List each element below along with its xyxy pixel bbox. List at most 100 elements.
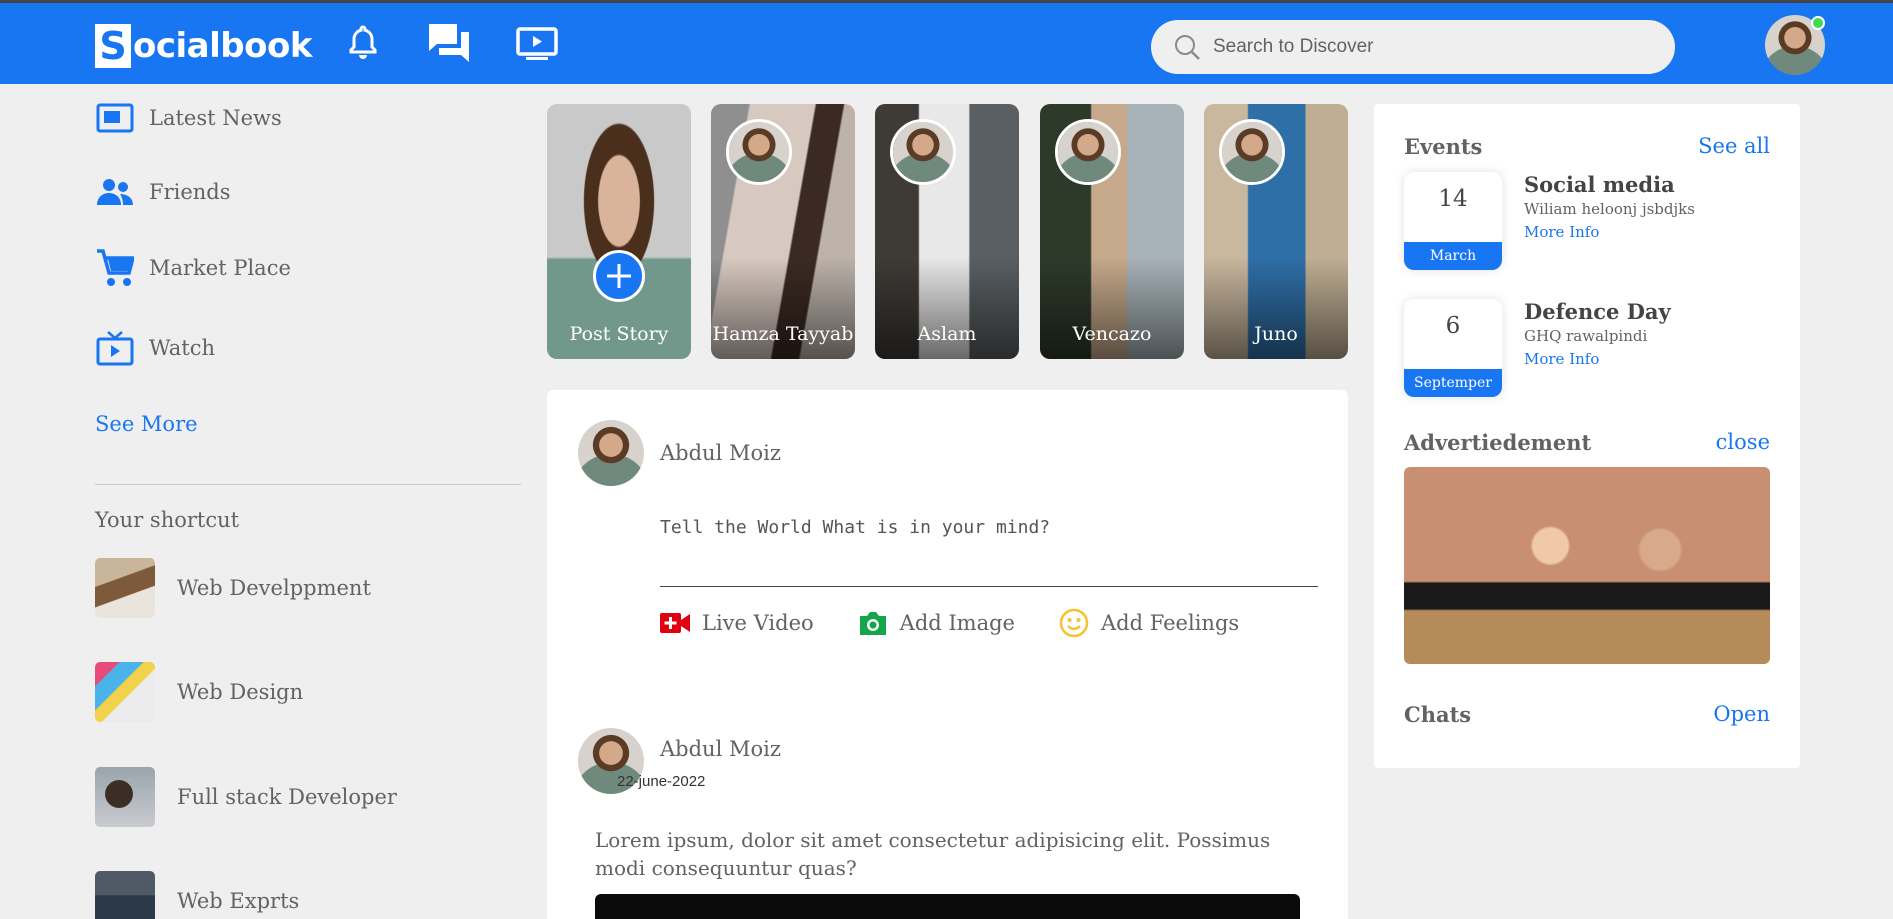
shortcut-thumbnail xyxy=(95,871,155,919)
profile-avatar[interactable] xyxy=(1765,15,1825,75)
search-icon xyxy=(1175,35,1200,60)
shortcut-item[interactable]: Web Exprts xyxy=(95,871,299,919)
story-card[interactable]: Aslam xyxy=(875,104,1019,359)
shortcut-label: Web Design xyxy=(177,680,304,704)
event-day: 14 xyxy=(1438,186,1468,212)
event-date: 14 March xyxy=(1404,172,1502,270)
composer-author[interactable]: Abdul Moiz xyxy=(578,420,781,486)
post-image[interactable] xyxy=(595,894,1300,919)
shortcut-title: Your shortcut xyxy=(95,508,240,532)
right-sidebar: Events See all 14 March Social media Wil… xyxy=(1374,104,1800,768)
more-info-link[interactable]: More Info xyxy=(1524,220,1695,244)
post-text: Lorem ipsum, dolor sit amet consectetur … xyxy=(595,828,1271,880)
sidebar-item-label: Friends xyxy=(149,180,231,204)
action-label: Add Feelings xyxy=(1100,611,1240,635)
sidebar-item-label: Latest News xyxy=(149,106,282,130)
shortcut-label: Full stack Developer xyxy=(177,785,397,809)
story-label: Post Story xyxy=(569,323,669,345)
shortcut-label: Web Develppment xyxy=(177,576,371,600)
avatar xyxy=(729,122,789,182)
story-label: Aslam xyxy=(917,323,977,345)
advertisement-image[interactable] xyxy=(1404,467,1770,664)
avatar xyxy=(1222,122,1282,182)
event-month: Septemper xyxy=(1404,369,1502,397)
avatar xyxy=(578,420,644,486)
bell-icon[interactable] xyxy=(348,23,378,65)
sidebar-item-friends[interactable]: Friends xyxy=(95,172,231,212)
friends-icon xyxy=(95,172,135,212)
event-date: 6 Septemper xyxy=(1404,299,1502,397)
post-date: 22-june-2022 xyxy=(617,773,706,790)
action-label: Add Image xyxy=(899,611,1015,635)
author-name: Abdul Moiz xyxy=(660,441,781,465)
add-story-button[interactable] xyxy=(593,250,645,302)
add-image-button[interactable]: Add Image xyxy=(858,610,1015,636)
news-icon xyxy=(95,98,135,138)
event-subtitle: Wiliam heloonj jsbdjks xyxy=(1524,200,1695,218)
post-input[interactable]: Tell the World What is in your mind? xyxy=(660,517,1318,587)
event-subtitle: GHQ rawalpindi xyxy=(1524,327,1648,345)
shortcut-item[interactable]: Web Design xyxy=(95,662,303,722)
sidebar-item-label: Watch xyxy=(149,336,216,360)
live-video-button[interactable]: Live Video xyxy=(660,611,814,635)
story-avatar xyxy=(1219,119,1285,185)
chats-open-link[interactable]: Open xyxy=(1713,702,1770,727)
chats-header: Chats Open xyxy=(1404,702,1770,727)
ad-title: Advertiedement xyxy=(1404,430,1592,455)
logo-mark: S xyxy=(95,24,131,68)
chats-title: Chats xyxy=(1404,702,1472,727)
search-bar[interactable] xyxy=(1151,20,1675,74)
ad-close-link[interactable]: close xyxy=(1716,430,1770,455)
story-avatar xyxy=(1055,119,1121,185)
events-header: Events See all xyxy=(1404,134,1770,159)
see-more-link[interactable]: See More xyxy=(95,412,198,436)
avatar xyxy=(893,122,953,182)
plus-icon xyxy=(607,264,631,288)
events-title: Events xyxy=(1404,134,1483,159)
event-day: 6 xyxy=(1445,313,1461,339)
story-label: Hamza Tayyab xyxy=(712,323,854,345)
ad-header: Advertiedement close xyxy=(1404,430,1770,455)
event-month: March xyxy=(1404,242,1502,270)
event-item[interactable]: 6 Septemper Defence Day GHQ rawalpindi M… xyxy=(1404,299,1671,397)
event-item[interactable]: 14 March Social media Wiliam heloonj jsb… xyxy=(1404,172,1695,270)
shortcut-item[interactable]: Full stack Developer xyxy=(95,767,397,827)
shortcut-item[interactable]: Web Develppment xyxy=(95,558,371,618)
shortcut-thumbnail xyxy=(95,558,155,618)
logo-text: ocialbook xyxy=(133,26,312,66)
story-card[interactable]: Hamza Tayyab xyxy=(711,104,855,359)
story-label: Juno xyxy=(1254,323,1298,345)
online-status-dot xyxy=(1811,16,1825,30)
sidebar-item-label: Market Place xyxy=(149,256,291,280)
story-card[interactable]: Vencazo xyxy=(1040,104,1184,359)
more-info-link[interactable]: More Info xyxy=(1524,347,1671,371)
live-video-icon xyxy=(660,612,690,634)
story-avatar xyxy=(726,119,792,185)
search-input[interactable] xyxy=(1213,36,1633,58)
tv-icon xyxy=(95,328,135,368)
story-card[interactable]: Juno xyxy=(1204,104,1348,359)
shortcut-thumbnail xyxy=(95,767,155,827)
shortcut-thumbnail xyxy=(95,662,155,722)
event-title: Social media xyxy=(1524,172,1675,197)
avatar xyxy=(1058,122,1118,182)
logo[interactable]: S ocialbook xyxy=(95,23,312,69)
story-post[interactable]: Post Story xyxy=(547,104,691,359)
sidebar-item-market-place[interactable]: Market Place xyxy=(95,248,291,288)
video-icon[interactable] xyxy=(516,27,558,65)
story-label: Vencazo xyxy=(1072,323,1152,345)
messages-icon[interactable] xyxy=(426,21,472,71)
action-label: Live Video xyxy=(702,611,814,635)
sidebar-item-watch[interactable]: Watch xyxy=(95,328,215,368)
sidebar-item-latest-news[interactable]: Latest News xyxy=(95,98,282,138)
see-all-link[interactable]: See all xyxy=(1698,134,1770,159)
shortcut-label: Web Exprts xyxy=(177,889,300,913)
smiley-icon xyxy=(1059,608,1089,638)
story-avatar xyxy=(890,119,956,185)
divider xyxy=(95,484,521,485)
camera-icon xyxy=(858,610,888,636)
event-title: Defence Day xyxy=(1524,299,1671,324)
add-feelings-button[interactable]: Add Feelings xyxy=(1059,608,1239,638)
top-navbar: S ocialbook xyxy=(0,0,1893,84)
author-name: Abdul Moiz xyxy=(660,737,781,761)
